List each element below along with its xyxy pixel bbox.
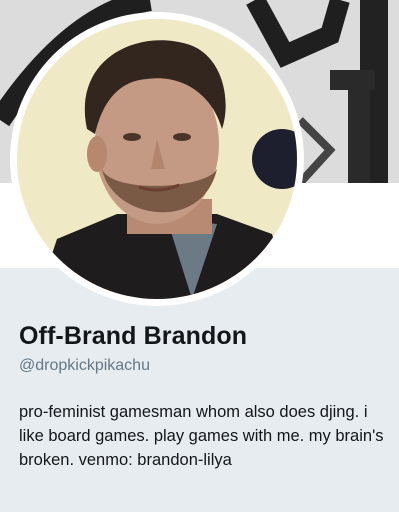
profile-handle[interactable]: @dropkickpikachu bbox=[19, 357, 150, 375]
profile-card: Off-Brand Brandon @dropkickpikachu pro-f… bbox=[0, 0, 399, 512]
profile-bio: pro-feminist gamesman whom also does dji… bbox=[19, 403, 384, 469]
avatar[interactable] bbox=[17, 19, 297, 299]
profile-display-name: Off-Brand Brandon bbox=[19, 322, 248, 350]
avatar-photo bbox=[17, 19, 297, 299]
